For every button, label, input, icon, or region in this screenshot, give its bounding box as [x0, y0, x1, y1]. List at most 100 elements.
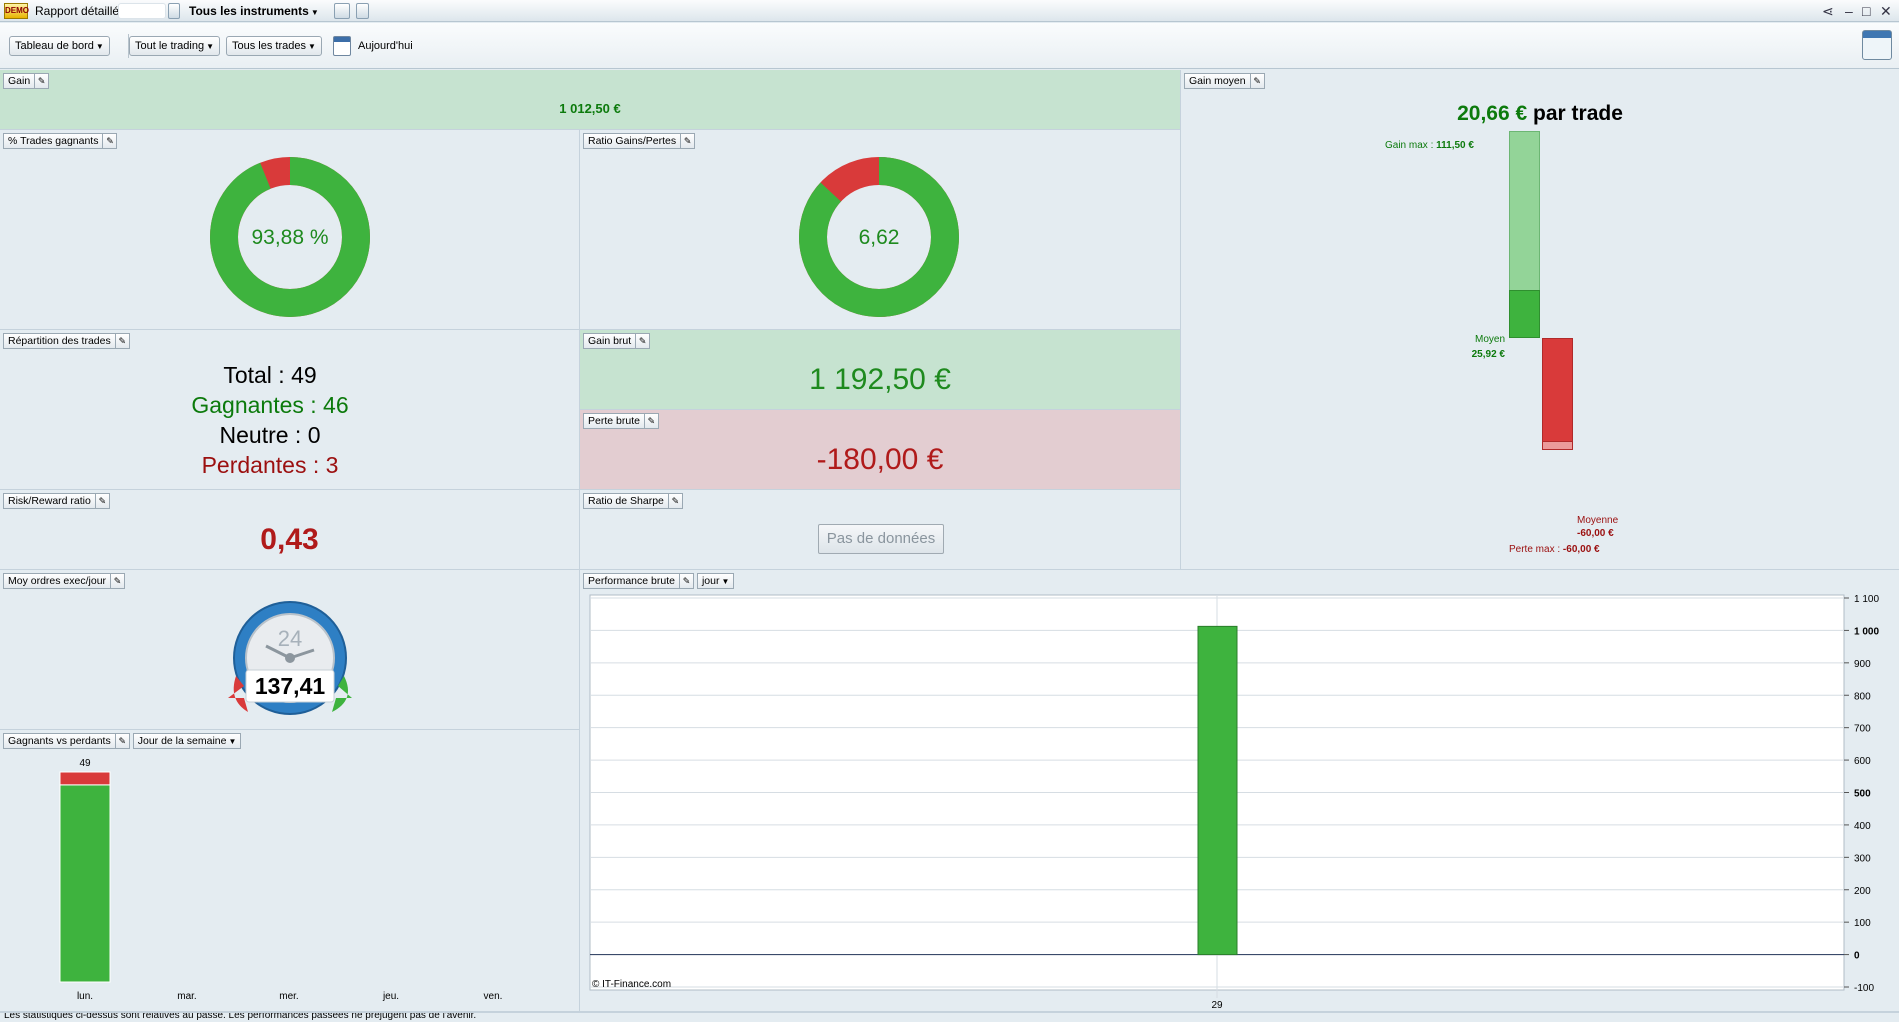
- no-data-button[interactable]: Pas de données: [818, 524, 944, 554]
- weekday-tick-label: jeu.: [382, 991, 399, 1002]
- demo-logo: DEMO: [4, 3, 29, 19]
- panel-title: Ratio de Sharpe: [583, 493, 669, 509]
- losing-trades: Perdantes : 3: [201, 452, 339, 478]
- y-tick-label: 1 100: [1854, 594, 1879, 605]
- footer-disclaimer: Les statistiques ci-dessus sont relative…: [0, 1012, 1899, 1022]
- gross-gain-value: 1 192,50 €: [809, 363, 951, 396]
- x-tick-label: 29: [1211, 1000, 1223, 1011]
- gain-value: 1 012,50 €: [559, 101, 621, 116]
- risk-reward-panel: Risk/Reward ratio ✎ 0,43: [0, 490, 580, 570]
- avg-gain-label: Moyen: [1474, 334, 1505, 345]
- trades-dropdown[interactable]: Tous les trades ▼: [226, 36, 322, 56]
- neutral-trades: Neutre : 0: [219, 422, 321, 448]
- gain-panel: Gain ✎ 1 012,50 €: [0, 70, 1181, 130]
- trading-dropdown-label: Tout le trading: [135, 40, 205, 52]
- y-tick-label: 100: [1854, 918, 1871, 929]
- title-bar: DEMO Rapport détaillé Tous les instrumen…: [0, 0, 1899, 22]
- share-icon[interactable]: ⋖: [1822, 0, 1834, 22]
- document-icon[interactable]: [356, 3, 369, 19]
- sharpe-header: Ratio de Sharpe ✎: [583, 493, 683, 509]
- chevron-down-icon: ▼: [307, 42, 316, 51]
- panel-title: % Trades gagnants: [3, 133, 104, 149]
- report-title: Rapport détaillé: [35, 4, 120, 18]
- repartition-header: Répartition des trades ✎: [3, 333, 130, 349]
- max-loss-bar: [1542, 338, 1573, 450]
- close-icon[interactable]: ✕: [1880, 0, 1892, 22]
- pin-icon[interactable]: ✎: [111, 573, 126, 589]
- chevron-down-icon: ▼: [228, 737, 237, 746]
- pin-icon[interactable]: ✎: [681, 133, 696, 149]
- win-trades-panel: % Trades gagnants ✎ 93,88 %: [0, 130, 580, 330]
- max-loss-value: -60,00 €: [1562, 544, 1600, 555]
- pin-icon[interactable]: ✎: [115, 733, 130, 749]
- gain-panel-header: Gain ✎: [3, 73, 50, 89]
- panel-title: Répartition des trades: [3, 333, 116, 349]
- gross-loss-value: -180,00 €: [816, 443, 944, 476]
- y-tick-label: 900: [1854, 659, 1871, 670]
- chevron-down-icon: ▼: [206, 42, 215, 51]
- panel-title: Perte brute: [583, 413, 645, 429]
- ratio-panel: Ratio Gains/Pertes ✎ 6,62: [580, 130, 1181, 330]
- max-loss-label: Perte max :: [1509, 544, 1561, 555]
- weekday-tick-label: mer.: [279, 991, 298, 1002]
- winners-losers-chart: 49 lun. mar. mer. jeu. ven.: [59, 758, 502, 1002]
- gross-gain-panel: Gain brut ✎ 1 192,50 €: [580, 330, 1181, 410]
- weekday-selector-label: Jour de la semaine: [137, 735, 227, 747]
- period-selector-label: jour: [701, 575, 720, 587]
- winners-losers-header: Gagnants vs perdants ✎ Jour de la semain…: [3, 733, 242, 749]
- period-selector[interactable]: jour ▼: [696, 573, 735, 589]
- y-tick-label: 800: [1854, 691, 1871, 702]
- minimize-icon[interactable]: –: [1845, 0, 1853, 22]
- weekday-tick-label: lun.: [77, 991, 93, 1002]
- calendar-icon[interactable]: [333, 36, 351, 56]
- trading-dropdown[interactable]: Tout le trading ▼: [129, 36, 221, 56]
- lock-icon[interactable]: [168, 3, 180, 19]
- weekday-selector[interactable]: Jour de la semaine ▼: [132, 733, 242, 749]
- trade-distribution: Total : 49 Gagnantes : 46 Neutre : 0 Per…: [120, 360, 420, 480]
- maximize-icon[interactable]: □: [1862, 0, 1870, 22]
- pin-icon[interactable]: ✎: [636, 333, 651, 349]
- pin-icon[interactable]: ✎: [644, 413, 659, 429]
- gross-gain-header: Gain brut ✎: [583, 333, 651, 349]
- account-field[interactable]: [118, 3, 166, 19]
- instrument-selector-label: Tous les instruments: [189, 4, 309, 18]
- gross-loss-panel: Perte brute ✎ -180,00 €: [580, 410, 1181, 490]
- panel-title: Ratio Gains/Pertes: [583, 133, 682, 149]
- pin-icon[interactable]: ✎: [679, 573, 694, 589]
- pin-icon[interactable]: ✎: [115, 333, 130, 349]
- clock-label: 24: [278, 626, 302, 651]
- copyright-text: © IT-Finance.com: [592, 979, 671, 990]
- sharpe-panel: Ratio de Sharpe ✎ Pas de données: [580, 490, 1181, 570]
- pin-icon[interactable]: ✎: [668, 493, 683, 509]
- chevron-down-icon: ▼: [95, 42, 104, 51]
- avg-loss-value: -60,00 €: [1577, 528, 1614, 539]
- win-trades-donut: 93,88 %: [210, 157, 370, 317]
- y-tick-label: 700: [1854, 724, 1871, 735]
- window-icon[interactable]: [334, 3, 350, 19]
- orders-value: 137,41: [255, 673, 326, 699]
- y-tick-label: 500: [1854, 789, 1871, 800]
- toolbar: Tableau de bord ▼ Tout le trading ▼ Tous l…: [0, 23, 1899, 69]
- instrument-selector[interactable]: Tous les instruments ▼: [189, 0, 319, 24]
- y-tick-label: 200: [1854, 886, 1871, 897]
- clock-pivot: [285, 653, 295, 663]
- performance-panel: Performance brute ✎ jour ▼ -100 0 100 200 300…: [580, 570, 1899, 1012]
- orders-header: Moy ordres exec/jour ✎: [3, 573, 126, 589]
- dashboard-dropdown[interactable]: Tableau de bord ▼: [9, 36, 110, 56]
- pin-icon[interactable]: ✎: [35, 73, 50, 89]
- disclaimer-text: Les statistiques ci-dessus sont relative…: [4, 1012, 477, 1021]
- y-tick-label: 1 000: [1854, 626, 1879, 637]
- win-trades-header: % Trades gagnants ✎: [3, 133, 118, 149]
- avg-gain-bar: [1509, 289, 1540, 338]
- avg-loss-caption: Moyenne -60,00 €: [1577, 515, 1618, 539]
- dashboard-config-icon[interactable]: [1862, 30, 1892, 60]
- losers-bar: [59, 771, 111, 786]
- panel-title: Risk/Reward ratio: [3, 493, 96, 509]
- pin-icon[interactable]: ✎: [95, 493, 110, 509]
- y-tick-label: 300: [1854, 853, 1871, 864]
- avg-gain-caption: Moyen 25,92 €: [1471, 334, 1505, 360]
- chevron-down-icon: ▼: [310, 8, 319, 17]
- repartition-panel: Répartition des trades ✎ Total : 49 Gagn…: [0, 330, 580, 490]
- today-button[interactable]: Aujourd'hui: [358, 36, 413, 56]
- pin-icon[interactable]: ✎: [103, 133, 118, 149]
